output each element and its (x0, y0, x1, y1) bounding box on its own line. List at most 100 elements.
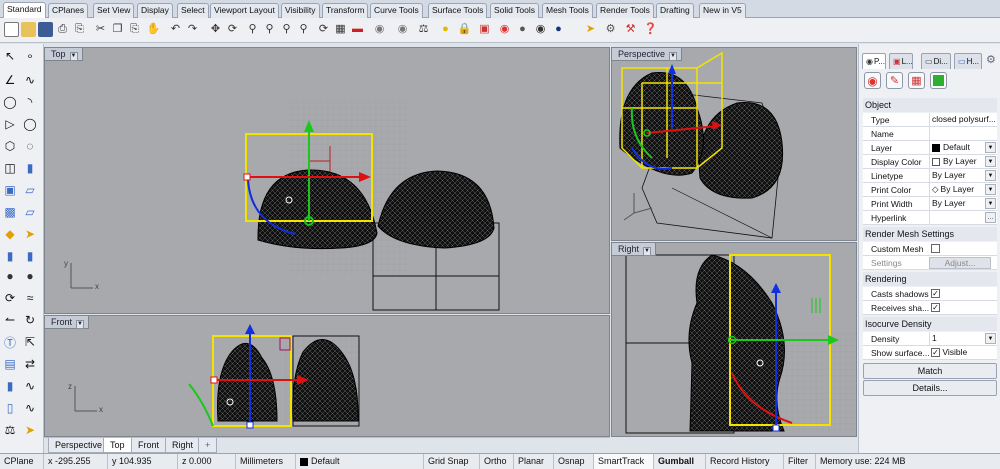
property-show-surface[interactable]: Show surface... ✓ Visible (863, 346, 997, 360)
chevron-down-icon[interactable]: ▼ (985, 184, 996, 195)
property-layer[interactable]: Layer Default ▼ (863, 141, 997, 155)
planar-toggle[interactable]: Planar (514, 454, 554, 469)
paste-icon[interactable]: ⎘ (127, 22, 142, 37)
tab-cplanes[interactable]: CPlanes (48, 3, 89, 18)
layer-indicator[interactable]: Default (296, 454, 424, 469)
details-button[interactable]: Details... (863, 380, 997, 396)
top-viewport[interactable]: Top ▼ y x (44, 47, 610, 314)
sphere-icon[interactable]: ● (22, 268, 38, 284)
shade-icon[interactable]: ◉ (372, 22, 387, 37)
panel-tab-help[interactable]: ▭H... (954, 53, 982, 69)
cplane-indicator[interactable]: CPlane (0, 454, 44, 469)
zoom-selected-icon[interactable]: ⚲ (296, 22, 311, 37)
tab-viewport-layout[interactable]: Viewport Layout (210, 3, 279, 18)
plane-icon[interactable]: ▱ (22, 204, 38, 220)
mesh-object[interactable] (688, 254, 785, 432)
gumball-z-arrow[interactable] (771, 283, 781, 293)
point-icon[interactable]: ◉ (395, 22, 410, 37)
mesh-icon[interactable]: ⚖ (416, 22, 431, 37)
mesh-object-right[interactable] (698, 102, 784, 199)
gumball-toggle[interactable]: Gumball (654, 454, 706, 469)
4-view-icon[interactable]: ⟳ (316, 22, 331, 37)
polygon-icon[interactable]: ⬡ (2, 138, 18, 154)
panel-tab-display[interactable]: ▭Di... (921, 53, 951, 69)
transform-icon[interactable]: ➤ (22, 226, 38, 242)
grid-snap-toggle[interactable]: Grid Snap (424, 454, 480, 469)
chevron-down-icon[interactable]: ▼ (985, 156, 996, 167)
property-density[interactable]: Density 1 ▼ (863, 332, 997, 346)
array-icon[interactable]: ∿ (22, 378, 38, 394)
chevron-down-icon[interactable]: ▼ (985, 142, 996, 153)
fillet-icon[interactable]: ● (2, 268, 18, 284)
scale-icon[interactable]: ⇱ (22, 334, 38, 350)
zoom-icon[interactable]: ⚲ (245, 22, 260, 37)
perspective-viewport[interactable]: Perspective ▼ (611, 47, 857, 241)
tab-visibility[interactable]: Visibility (281, 3, 320, 18)
point-icon[interactable]: ∘ (22, 48, 38, 64)
flag-icon[interactable]: ➤ (583, 22, 598, 37)
visible-checkbox[interactable]: ✓ (931, 347, 940, 357)
material-properties-button[interactable]: ✎ (886, 72, 903, 89)
undo-icon[interactable]: ↶ (168, 22, 183, 37)
object-properties-button[interactable]: ◉ (864, 72, 881, 89)
property-receives-shadows[interactable]: Receives sha... ✓ (863, 301, 997, 315)
curve-icon[interactable]: ∿ (22, 72, 38, 88)
freeform-icon[interactable]: ◌ (22, 138, 38, 154)
ellipse-icon[interactable]: ◯ (22, 116, 38, 132)
property-hyperlink[interactable]: Hyperlink… (863, 211, 997, 225)
tools-icon[interactable]: ⚒ (623, 22, 638, 37)
tab-surface-tools[interactable]: Surface Tools (428, 3, 488, 18)
gumball-z-arrow[interactable] (245, 324, 255, 334)
surface-icon[interactable]: ▱ (22, 182, 38, 198)
chevron-down-icon[interactable]: ▼ (985, 170, 996, 181)
tab-solid-tools[interactable]: Solid Tools (490, 3, 539, 18)
boolean-icon[interactable]: ◆ (2, 226, 18, 242)
polyline-icon[interactable]: ∠ (2, 72, 18, 88)
panel-tab-layers[interactable]: ▣L... (889, 53, 913, 69)
viewport-title-perspective[interactable]: Perspective ▼ (612, 48, 683, 61)
lock-icon[interactable]: 🔒 (457, 22, 472, 37)
decal-button[interactable] (930, 72, 947, 89)
open-icon[interactable] (21, 22, 36, 37)
chevron-down-icon[interactable]: ▼ (669, 52, 678, 61)
smarttrack-toggle[interactable]: SmartTrack (594, 454, 654, 469)
texture-mapping-button[interactable]: ▦ (908, 72, 925, 89)
cylinder-icon[interactable]: ▩ (2, 204, 18, 220)
tab-drafting[interactable]: Drafting (656, 3, 694, 18)
chevron-down-icon[interactable]: ▼ (985, 333, 996, 344)
mirror-icon[interactable]: ⇄ (22, 356, 38, 372)
cplane-icon[interactable]: ▦ (333, 22, 348, 37)
viewport-tab-perspective[interactable]: Perspective (48, 438, 110, 453)
gumball-z-arrow[interactable] (668, 64, 676, 74)
mesh-box-icon[interactable]: ▮ (2, 248, 18, 264)
import-icon[interactable]: ⎘ (72, 22, 87, 37)
viewport-tab-right[interactable]: Right (165, 438, 201, 453)
copy-icon[interactable]: ❐ (110, 22, 125, 37)
material-icon[interactable]: ● (515, 22, 530, 37)
cut-icon[interactable]: ✂ (93, 22, 108, 37)
property-casts-shadows[interactable]: Casts shadows ✓ (863, 287, 997, 301)
display-mode-icon[interactable]: ◉ (533, 22, 548, 37)
filter-toggle[interactable]: Filter (784, 454, 816, 469)
viewport-tab-front[interactable]: Front (131, 438, 167, 453)
circle-icon[interactable]: ◯ (2, 94, 18, 110)
select-icon[interactable]: ✥ (208, 22, 223, 37)
save-icon[interactable] (38, 22, 53, 37)
arc-icon[interactable]: ◝ (22, 94, 38, 110)
extrude-icon[interactable]: ▮ (22, 160, 38, 176)
join-icon[interactable]: ∿ (22, 400, 38, 416)
options-icon[interactable]: ⚙ (603, 22, 618, 37)
right-viewport[interactable]: Right ▼ (611, 242, 857, 437)
redo-icon[interactable]: ↷ (185, 22, 200, 37)
move-icon[interactable]: ⟳ (2, 290, 18, 306)
more-icon[interactable]: … (985, 212, 996, 223)
car-icon[interactable]: ▬ (350, 22, 365, 37)
zoom-extents-icon[interactable]: ⚲ (279, 22, 294, 37)
help-icon[interactable]: ❓ (643, 22, 658, 37)
rotate-view-icon[interactable]: ⟳ (225, 22, 240, 37)
property-name[interactable]: Name (863, 127, 997, 141)
tab-render-tools[interactable]: Render Tools (596, 3, 654, 18)
viewport-title-front[interactable]: Front ▼ (45, 316, 90, 329)
receives-shadows-checkbox[interactable]: ✓ (931, 302, 940, 312)
dimension-icon[interactable]: ▤ (2, 356, 18, 372)
